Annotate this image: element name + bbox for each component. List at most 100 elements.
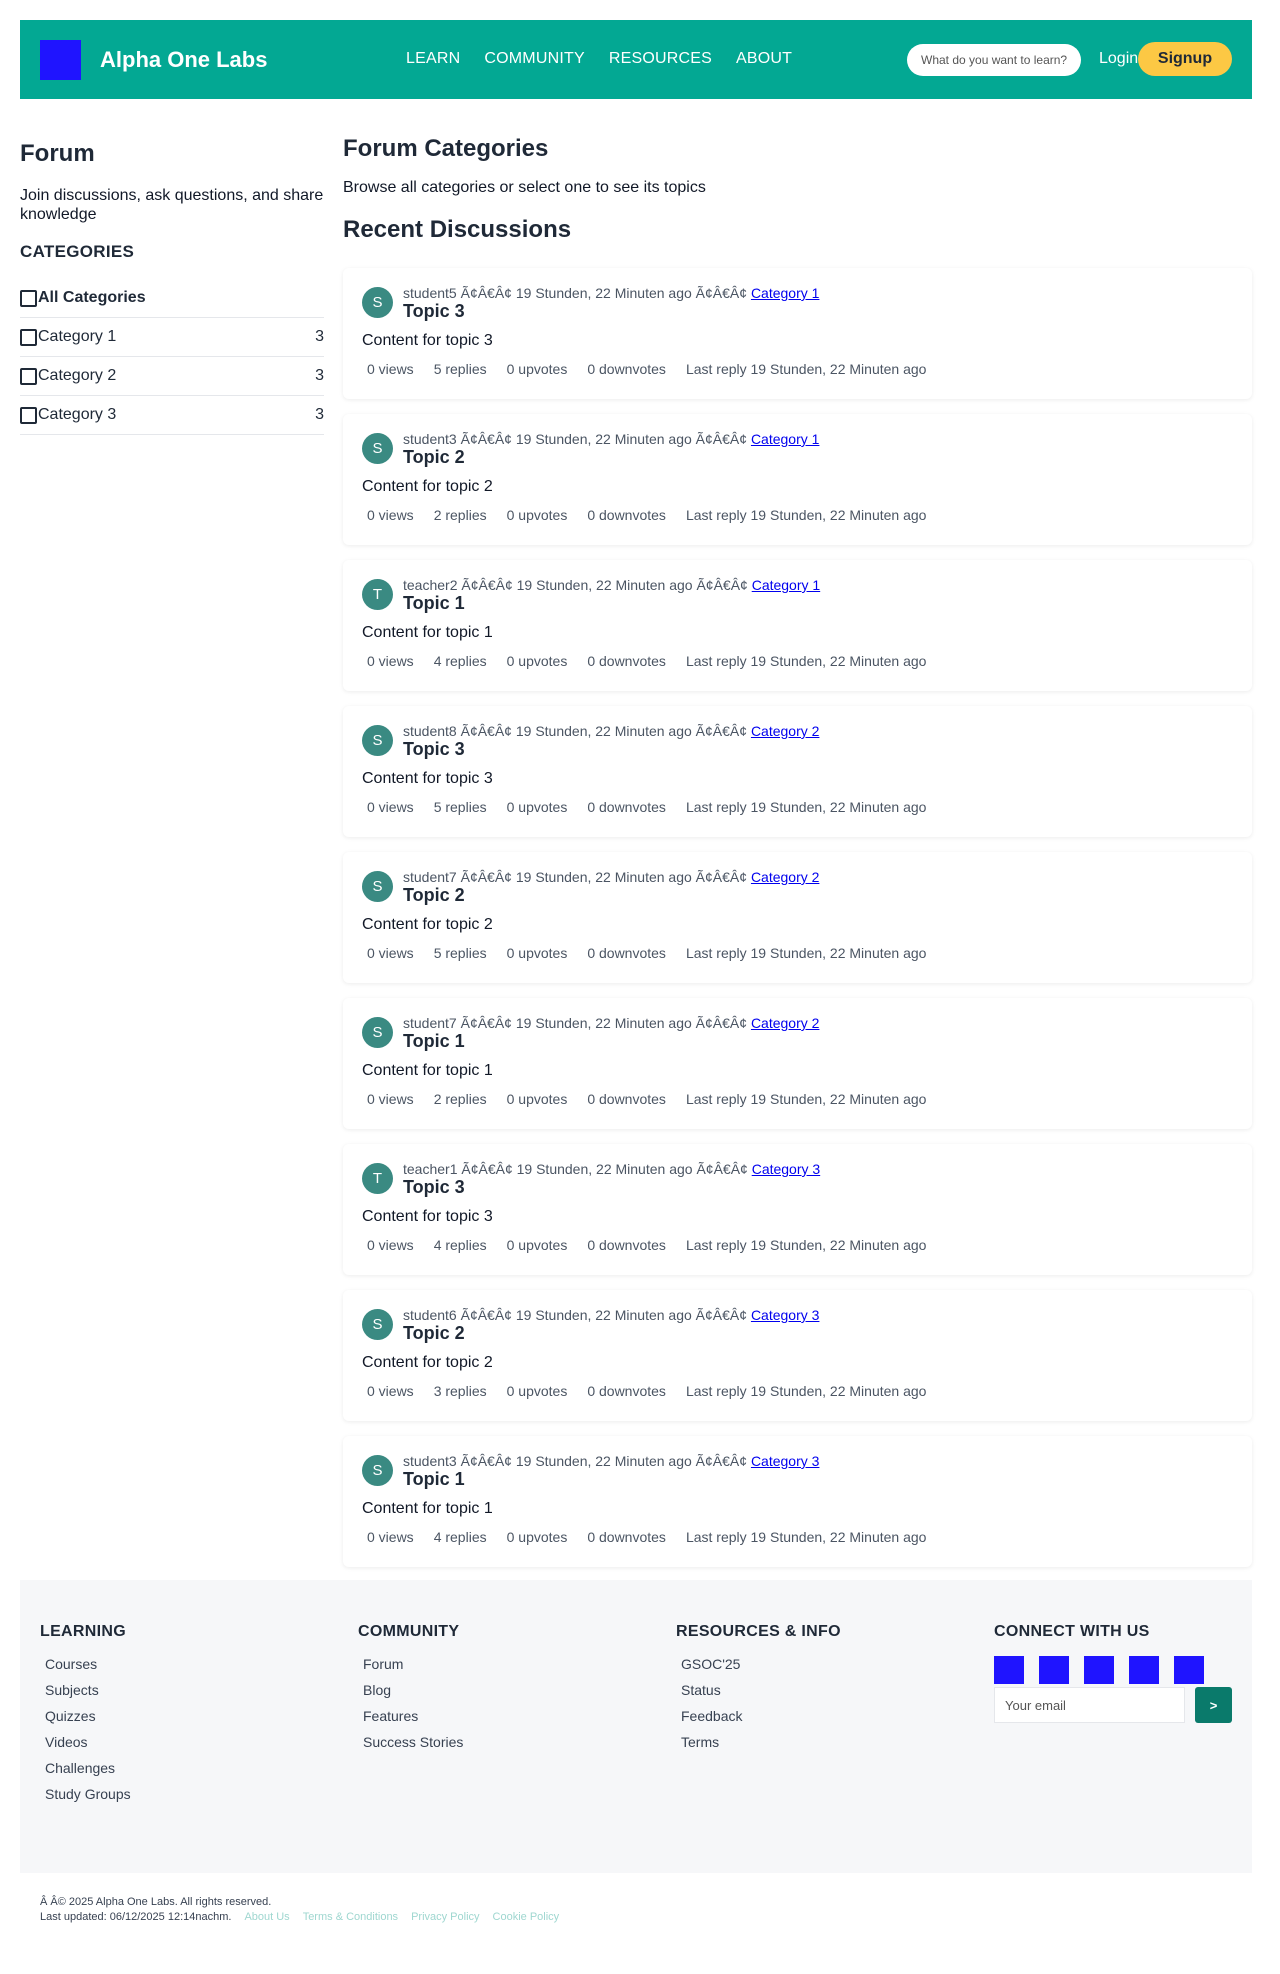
- topic-card[interactable]: S student6 Ã¢Â€Â¢ 19 Stunden, 22 Minuten…: [343, 1290, 1252, 1421]
- social-icon[interactable]: [1039, 1656, 1069, 1684]
- topic-meta: student5 Ã¢Â€Â¢ 19 Stunden, 22 Minuten a…: [403, 285, 819, 301]
- topic-title[interactable]: Topic 1: [403, 1469, 465, 1490]
- views-count: 0 views: [367, 361, 414, 377]
- topic-category-link[interactable]: Category 3: [751, 1307, 819, 1323]
- social-icon[interactable]: [994, 1656, 1024, 1684]
- replies-count: 2 replies: [433, 507, 487, 523]
- upvotes-count: 0 upvotes: [506, 945, 568, 961]
- category-item-all[interactable]: All Categories: [20, 279, 324, 318]
- footer-link-terms-conditions[interactable]: Terms & Conditions: [303, 1910, 398, 1925]
- topic-author-time: teacher2 Ã¢Â€Â¢ 19 Stunden, 22 Minuten a…: [403, 577, 752, 593]
- topic-card[interactable]: S student3 Ã¢Â€Â¢ 19 Stunden, 22 Minuten…: [343, 414, 1252, 545]
- topic-card[interactable]: S student7 Ã¢Â€Â¢ 19 Stunden, 22 Minuten…: [343, 998, 1252, 1129]
- topic-meta: teacher2 Ã¢Â€Â¢ 19 Stunden, 22 Minuten a…: [403, 577, 820, 593]
- footer-link-privacy-policy[interactable]: Privacy Policy: [411, 1910, 479, 1925]
- topic-category-link[interactable]: Category 2: [751, 723, 819, 739]
- topic-category-link[interactable]: Category 3: [751, 1453, 819, 1469]
- topic-card[interactable]: S student5 Ã¢Â€Â¢ 19 Stunden, 22 Minuten…: [343, 268, 1252, 399]
- topic-meta: student6 Ã¢Â€Â¢ 19 Stunden, 22 Minuten a…: [403, 1307, 819, 1323]
- category-checkbox-icon[interactable]: [20, 406, 37, 424]
- page-title: Forum Categories: [343, 135, 549, 162]
- avatar: S: [362, 725, 393, 756]
- footer-link-about-us[interactable]: About Us: [244, 1910, 289, 1925]
- topic-title[interactable]: Topic 3: [403, 1177, 465, 1198]
- topic-stats: 0 views 3 replies 0 upvotes 0 downvotes …: [367, 1383, 926, 1399]
- logo-icon[interactable]: [40, 40, 81, 80]
- topic-title[interactable]: Topic 2: [403, 885, 465, 906]
- category-count: 3: [315, 406, 324, 423]
- footer-link-terms[interactable]: Terms: [681, 1734, 841, 1760]
- category-checkbox-icon[interactable]: [20, 289, 37, 307]
- footer-link-videos[interactable]: Videos: [45, 1734, 131, 1760]
- topic-meta: student7 Ã¢Â€Â¢ 19 Stunden, 22 Minuten a…: [403, 869, 819, 885]
- nav-community[interactable]: COMMUNITY: [484, 50, 584, 68]
- topic-card[interactable]: T teacher1 Ã¢Â€Â¢ 19 Stunden, 22 Minuten…: [343, 1144, 1252, 1275]
- footer-link-features[interactable]: Features: [363, 1708, 463, 1734]
- upvotes-count: 0 upvotes: [506, 507, 568, 523]
- topic-category-link[interactable]: Category 2: [751, 1015, 819, 1031]
- topic-list: S student5 Ã¢Â€Â¢ 19 Stunden, 22 Minuten…: [343, 268, 1252, 1582]
- topic-meta: student3 Ã¢Â€Â¢ 19 Stunden, 22 Minuten a…: [403, 1453, 819, 1469]
- topic-card[interactable]: S student8 Ã¢Â€Â¢ 19 Stunden, 22 Minuten…: [343, 706, 1252, 837]
- footer-learning: LEARNING Courses Subjects Quizzes Videos…: [40, 1623, 131, 1812]
- topic-card[interactable]: S student3 Ã¢Â€Â¢ 19 Stunden, 22 Minuten…: [343, 1436, 1252, 1567]
- topic-card[interactable]: T teacher2 Ã¢Â€Â¢ 19 Stunden, 22 Minuten…: [343, 560, 1252, 691]
- footer-heading: LEARNING: [40, 1623, 126, 1640]
- nav-about[interactable]: ABOUT: [736, 50, 792, 68]
- social-icon[interactable]: [1084, 1656, 1114, 1684]
- copyright-block: Â Â© 2025 Alpha One Labs. All rights res…: [40, 1895, 559, 1925]
- brand-name[interactable]: Alpha One Labs: [100, 47, 267, 73]
- category-item-1[interactable]: Category 1 3: [20, 318, 324, 357]
- topic-title[interactable]: Topic 2: [403, 447, 465, 468]
- topic-title[interactable]: Topic 3: [403, 739, 465, 760]
- topic-author-time: student3 Ã¢Â€Â¢ 19 Stunden, 22 Minuten a…: [403, 1453, 751, 1469]
- last-reply: Last reply 19 Stunden, 22 Minuten ago: [685, 653, 927, 669]
- footer-link-forum[interactable]: Forum: [363, 1656, 463, 1682]
- footer-link-challenges[interactable]: Challenges: [45, 1760, 131, 1786]
- category-checkbox-icon[interactable]: [20, 328, 37, 346]
- topic-category-link[interactable]: Category 2: [751, 869, 819, 885]
- topic-title[interactable]: Topic 3: [403, 301, 465, 322]
- topic-title[interactable]: Topic 1: [403, 1031, 465, 1052]
- topic-category-link[interactable]: Category 1: [751, 431, 819, 447]
- category-item-2[interactable]: Category 2 3: [20, 357, 324, 396]
- subscribe-button[interactable]: >: [1195, 1687, 1232, 1723]
- search-input[interactable]: [907, 44, 1081, 76]
- category-item-3[interactable]: Category 3 3: [20, 396, 324, 435]
- login-link[interactable]: Login: [1099, 50, 1138, 68]
- signup-button[interactable]: Signup: [1138, 42, 1232, 76]
- footer-link-quizzes[interactable]: Quizzes: [45, 1708, 131, 1734]
- replies-count: 5 replies: [433, 799, 487, 815]
- footer-heading: CONNECT WITH US: [994, 1623, 1150, 1640]
- nav-resources[interactable]: RESOURCES: [609, 50, 712, 68]
- replies-count: 2 replies: [433, 1091, 487, 1107]
- avatar: T: [362, 579, 393, 610]
- footer-link-cookie-policy[interactable]: Cookie Policy: [493, 1910, 560, 1925]
- topic-category-link[interactable]: Category 1: [752, 577, 820, 593]
- email-field[interactable]: [994, 1687, 1185, 1723]
- footer-link-success-stories[interactable]: Success Stories: [363, 1734, 463, 1760]
- topic-title[interactable]: Topic 2: [403, 1323, 465, 1344]
- nav-learn[interactable]: LEARN: [406, 50, 460, 68]
- topic-stats: 0 views 4 replies 0 upvotes 0 downvotes …: [367, 653, 926, 669]
- downvotes-count: 0 downvotes: [587, 1383, 666, 1399]
- topic-category-link[interactable]: Category 1: [751, 285, 819, 301]
- main-nav: LEARN COMMUNITY RESOURCES ABOUT: [406, 50, 792, 68]
- category-checkbox-icon[interactable]: [20, 367, 37, 385]
- footer-link-status[interactable]: Status: [681, 1682, 841, 1708]
- footer-link-blog[interactable]: Blog: [363, 1682, 463, 1708]
- last-reply: Last reply 19 Stunden, 22 Minuten ago: [685, 1091, 927, 1107]
- social-icon[interactable]: [1174, 1656, 1204, 1684]
- topic-category-link[interactable]: Category 3: [752, 1161, 820, 1177]
- avatar: S: [362, 1455, 393, 1486]
- footer-link-gsoc[interactable]: GSOC'25: [681, 1656, 841, 1682]
- downvotes-count: 0 downvotes: [587, 1091, 666, 1107]
- footer-link-study-groups[interactable]: Study Groups: [45, 1786, 131, 1812]
- topic-card[interactable]: S student7 Ã¢Â€Â¢ 19 Stunden, 22 Minuten…: [343, 852, 1252, 983]
- topic-title[interactable]: Topic 1: [403, 593, 465, 614]
- footer-link-courses[interactable]: Courses: [45, 1656, 131, 1682]
- footer-link-feedback[interactable]: Feedback: [681, 1708, 841, 1734]
- social-icon[interactable]: [1129, 1656, 1159, 1684]
- upvotes-count: 0 upvotes: [506, 653, 568, 669]
- footer-link-subjects[interactable]: Subjects: [45, 1682, 131, 1708]
